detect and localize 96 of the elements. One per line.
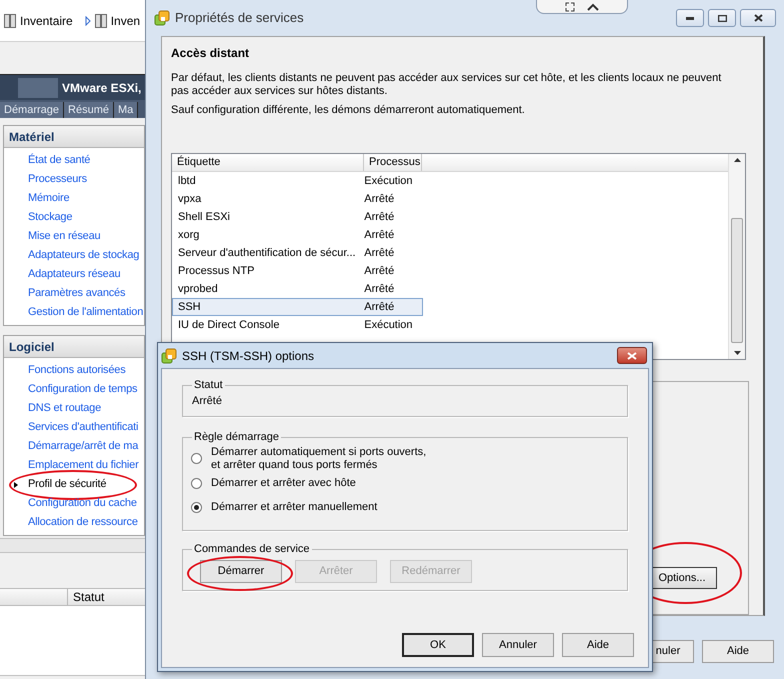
table-cell-text: lbtd bbox=[177, 174, 197, 189]
tab[interactable]: Résumé bbox=[64, 102, 114, 118]
service-row[interactable]: SSH Arrêté bbox=[172, 298, 423, 316]
dialog-button[interactable]: OK bbox=[402, 633, 474, 657]
radio-label: Démarrer et arrêter avec hôte bbox=[211, 477, 356, 490]
vertical-scrollbar[interactable] bbox=[728, 154, 745, 359]
table-cell-text: Arrêté bbox=[364, 282, 396, 297]
maximize-button[interactable] bbox=[708, 9, 736, 27]
service-row[interactable]: Shell ESXi Arrêté bbox=[172, 208, 423, 226]
service-row[interactable]: vpxa Arrêté bbox=[172, 190, 423, 208]
table-cell-text: vpxa bbox=[177, 192, 202, 207]
group-box-label: Statut bbox=[193, 378, 224, 393]
sidebar-link[interactable]: Processeurs bbox=[28, 171, 87, 188]
window-title: Propriétés de services bbox=[175, 9, 304, 28]
table-cell-text: Arrêté bbox=[364, 210, 396, 225]
toolbar-link[interactable]: Inventaire bbox=[20, 12, 73, 30]
table-cell-text: Arrêté bbox=[364, 228, 396, 243]
sidebar-link[interactable]: DNS et routage bbox=[28, 400, 102, 417]
dialog-button[interactable]: Annuler bbox=[482, 633, 554, 657]
app-logo-icon bbox=[154, 10, 170, 26]
sidebar-link[interactable]: Paramètres avancés bbox=[28, 285, 126, 302]
scroll-down-icon bbox=[734, 351, 740, 355]
radio-button[interactable] bbox=[191, 502, 202, 513]
tab[interactable]: Ma bbox=[114, 102, 138, 118]
sidebar-link[interactable]: Stockage bbox=[28, 209, 72, 226]
description-text: Sauf configuration différente, les démons démarreront automatiquement. bbox=[171, 104, 526, 117]
close-icon bbox=[627, 352, 637, 360]
close-icon bbox=[754, 14, 762, 22]
radio-label: Démarrer automatiquement si ports ouverts, et arrêter quand tous ports fermés bbox=[211, 446, 426, 472]
service-row[interactable]: vprobed Arrêté bbox=[172, 280, 423, 298]
sidebar-link[interactable]: Allocation de ressource bbox=[28, 514, 138, 531]
sidebar-link[interactable]: Configuration du cache bbox=[28, 495, 137, 512]
table-cell-text: Processus NTP bbox=[177, 264, 256, 279]
service-row[interactable]: Processus NTP Arrêté bbox=[172, 262, 423, 280]
table-cell-text: Arrêté bbox=[364, 264, 396, 279]
arrow-right-icon bbox=[84, 16, 91, 26]
section-heading: Accès distant bbox=[171, 45, 250, 62]
tab[interactable]: Démarrage bbox=[0, 102, 64, 118]
radio-label: Démarrer et arrêter manuellement bbox=[211, 501, 378, 514]
table-cell-text: Shell ESXi bbox=[177, 210, 231, 225]
host-title: VMware ESXi, bbox=[62, 80, 142, 96]
table-cell-text: Arrêté bbox=[364, 300, 396, 315]
server-icon bbox=[94, 14, 107, 28]
expand-icon[interactable] bbox=[565, 2, 575, 12]
command-button[interactable]: Démarrer bbox=[200, 560, 282, 582]
app-logo-icon bbox=[161, 348, 177, 364]
service-row[interactable]: lbtd Exécution bbox=[172, 172, 423, 190]
status-value: Arrêté bbox=[191, 394, 223, 408]
dialog-button[interactable]: Aide bbox=[702, 640, 774, 663]
minimize-button[interactable] bbox=[676, 9, 704, 27]
sidebar-link[interactable]: Adaptateurs de stockag bbox=[28, 247, 140, 264]
dialog-title: SSH (TSM-SSH) options bbox=[182, 348, 314, 364]
service-row[interactable]: Serveur d'authentification de sécur... Arrêté bbox=[172, 244, 423, 262]
sidebar-link[interactable]: Configuration de temps bbox=[28, 381, 138, 398]
sidebar-link[interactable]: Profil de sécurité bbox=[28, 476, 106, 493]
toolbar-link[interactable]: Inven bbox=[110, 12, 140, 30]
table-cell-text: SSH bbox=[177, 300, 202, 315]
chevron-up-icon[interactable] bbox=[587, 2, 599, 10]
sidebar-link[interactable]: Gestion de l'alimentation bbox=[28, 304, 144, 321]
table-cell-text: Arrêté bbox=[364, 192, 396, 207]
sidebar-link[interactable]: Fonctions autorisées bbox=[28, 362, 126, 379]
table-cell-text: Exécution bbox=[364, 318, 414, 333]
sidebar-link[interactable]: Adaptateurs réseau bbox=[28, 266, 120, 283]
section-title: Logiciel bbox=[4, 336, 144, 358]
table-cell-text: Arrêté bbox=[364, 246, 396, 261]
close-button[interactable] bbox=[740, 9, 776, 27]
table-cell-text: xorg bbox=[177, 228, 200, 243]
table-cell-text: IU de Direct Console bbox=[177, 318, 280, 333]
group-box-label: Commandes de service bbox=[193, 542, 311, 557]
sidebar-link[interactable]: Emplacement du fichier bbox=[28, 457, 139, 474]
table-cell-text: vprobed bbox=[177, 282, 219, 297]
radio-button[interactable] bbox=[191, 478, 202, 489]
sidebar-link[interactable]: État de santé bbox=[28, 152, 90, 169]
maximize-icon bbox=[718, 14, 726, 22]
sidebar-link[interactable]: Services d'authentificati bbox=[28, 419, 138, 436]
redacted-block bbox=[18, 78, 58, 98]
column-header[interactable]: Processus bbox=[364, 154, 422, 171]
column-header[interactable]: Statut bbox=[68, 589, 104, 605]
sidebar-link[interactable]: Mise en réseau bbox=[28, 228, 100, 245]
sidebar-link[interactable]: Démarrage/arrêt de ma bbox=[28, 438, 138, 455]
sidebar-link[interactable]: Mémoire bbox=[28, 190, 70, 207]
service-row[interactable]: IU de Direct Console Exécution bbox=[172, 316, 423, 334]
description-text: Par défaut, les clients distants ne peuvent pas accéder aux services sur cet hôte, et les clients locaux ne peuvent pas accéder aux services sur hôtes distants. bbox=[171, 72, 722, 98]
minimize-icon bbox=[686, 16, 694, 20]
section-title: Matériel bbox=[4, 126, 144, 148]
dialog-button[interactable]: Aide bbox=[562, 633, 634, 657]
close-button[interactable] bbox=[617, 347, 647, 364]
column-header[interactable]: Étiquette bbox=[172, 154, 364, 171]
table-cell-text: Serveur d'authentification de sécur... bbox=[177, 246, 357, 261]
scroll-up-icon bbox=[734, 158, 740, 162]
table-cell-text: Exécution bbox=[364, 174, 414, 189]
group-box-label: Règle démarrage bbox=[193, 430, 280, 445]
horizontal-scrollbar[interactable] bbox=[0, 538, 145, 553]
service-row[interactable]: xorg Arrêté bbox=[172, 226, 423, 244]
server-icon bbox=[4, 14, 16, 28]
radio-button[interactable] bbox=[191, 453, 202, 464]
